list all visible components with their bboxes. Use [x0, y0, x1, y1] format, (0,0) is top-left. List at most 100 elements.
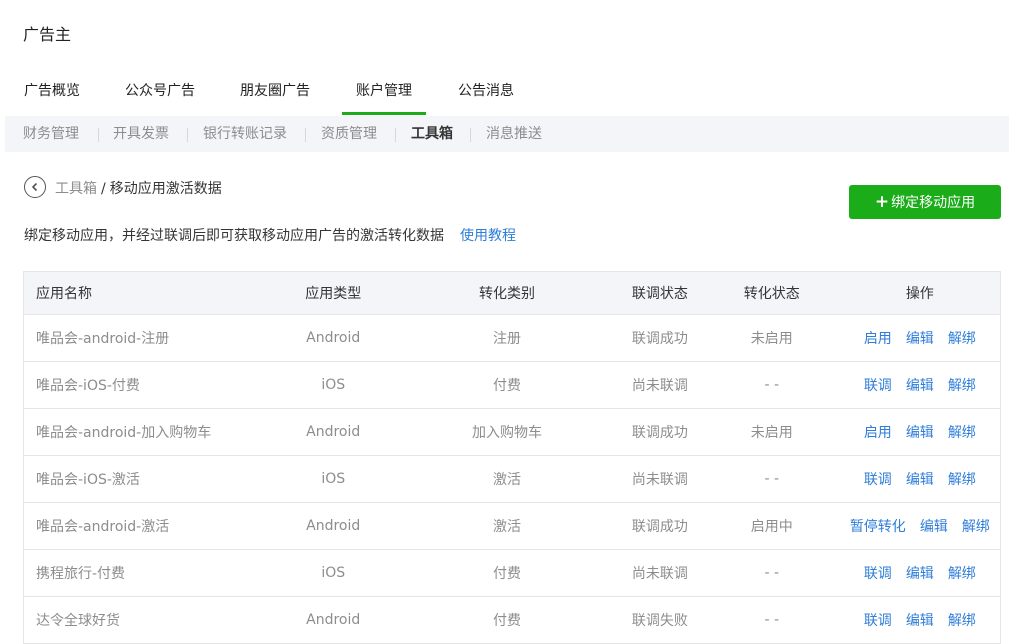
cell-conversion-status: - -: [703, 455, 840, 503]
unbind-link[interactable]: 解绑: [948, 378, 976, 394]
cell-conversion-status: - -: [703, 361, 840, 409]
cell-debug-status: 联调失败: [615, 596, 704, 644]
subnav-finance[interactable]: 财务管理: [23, 116, 79, 152]
table-row: 唯品会-android-加入购物车 Android 加入购物车 联调成功 未启用…: [23, 408, 1001, 456]
cell-category: 付费: [398, 361, 616, 409]
cell-app-type: Android: [268, 314, 399, 362]
cell-actions: 联调 编辑 解绑: [839, 455, 1001, 503]
cell-conversion-status: 未启用: [703, 314, 840, 362]
subnav-invoice[interactable]: 开具发票: [113, 116, 169, 152]
cell-category: 激活: [398, 502, 616, 550]
cell-debug-status: 联调成功: [615, 314, 704, 362]
breadcrumb: 工具箱 / 移动应用激活数据: [55, 178, 222, 198]
cell-app-type: iOS: [268, 455, 399, 503]
unbind-link[interactable]: 解绑: [948, 566, 976, 582]
cell-app-name: 达令全球好货: [23, 596, 269, 644]
cell-actions: 联调 编辑 解绑: [839, 596, 1001, 644]
edit-link[interactable]: 编辑: [920, 519, 948, 535]
cell-actions: 启用 编辑 解绑: [839, 314, 1001, 362]
enable-link[interactable]: 启用: [864, 425, 892, 441]
cell-conversion-status: 未启用: [703, 408, 840, 456]
tab-account-management[interactable]: 账户管理: [342, 80, 426, 115]
tab-overview[interactable]: 广告概览: [24, 80, 80, 114]
table-row: 唯品会-android-注册 Android 注册 联调成功 未启用 启用 编辑解…: [23, 314, 1001, 362]
description-text: 绑定移动应用，并经过联调后即可获取移动应用广告的激活转化数据: [24, 228, 444, 244]
bind-button-label: 绑定移动应用: [891, 195, 976, 211]
header-actions: 操作: [839, 271, 1001, 315]
cell-app-type: Android: [268, 502, 399, 550]
unbind-link[interactable]: 解绑: [962, 519, 990, 535]
divider: [98, 128, 99, 142]
cell-category: 付费: [398, 549, 616, 597]
subnav-bank-transfer[interactable]: 银行转账记录: [203, 116, 287, 152]
back-button[interactable]: [24, 176, 46, 198]
chevron-left-icon: [31, 182, 38, 192]
cell-app-name: 唯品会-iOS-付费: [23, 361, 269, 409]
table-row: 唯品会-android-激活 Android 激活 联调成功 启用中 暂停转化编…: [23, 502, 1001, 550]
cell-app-type: iOS: [268, 361, 399, 409]
tab-official-account-ads[interactable]: 公众号广告: [125, 80, 195, 114]
edit-link[interactable]: 编辑: [906, 613, 934, 629]
sub-nav: 财务管理 开具发票 银行转账记录 资质管理 工具箱 消息推送: [5, 116, 1009, 152]
cell-actions: 联调 编辑 解绑: [839, 549, 1001, 597]
cell-debug-status: 尚未联调: [615, 549, 704, 597]
header-debug-status: 联调状态: [615, 271, 704, 315]
cell-actions: 启用 编辑 解绑: [839, 408, 1001, 456]
divider: [470, 128, 471, 142]
cell-conversion-status: - -: [703, 549, 840, 597]
subnav-qualification[interactable]: 资质管理: [321, 116, 377, 152]
cell-app-name: 携程旅行-付费: [23, 549, 269, 597]
divider: [395, 128, 396, 142]
unbind-link[interactable]: 解绑: [948, 472, 976, 488]
unbind-link[interactable]: 解绑: [948, 425, 976, 441]
cell-debug-status: 联调成功: [615, 502, 704, 550]
tab-announcements[interactable]: 公告消息: [458, 80, 514, 114]
header-app-name: 应用名称: [23, 271, 269, 315]
description: 绑定移动应用，并经过联调后即可获取移动应用广告的激活转化数据 使用教程: [24, 225, 516, 245]
tab-moments-ads[interactable]: 朋友圈广告: [240, 80, 310, 114]
debug-link[interactable]: 联调: [864, 566, 892, 582]
cell-debug-status: 联调成功: [615, 408, 704, 456]
unbind-link[interactable]: 解绑: [948, 613, 976, 629]
breadcrumb-separator: /: [101, 181, 106, 197]
cell-category: 付费: [398, 596, 616, 644]
tutorial-link[interactable]: 使用教程: [460, 228, 516, 244]
header-conversion-status: 转化状态: [703, 271, 840, 315]
cell-category: 激活: [398, 455, 616, 503]
cell-app-name: 唯品会-android-激活: [23, 502, 269, 550]
edit-link[interactable]: 编辑: [906, 331, 934, 347]
header-conversion-category: 转化类别: [398, 271, 616, 315]
divider: [187, 128, 188, 142]
cell-app-type: iOS: [268, 549, 399, 597]
plus-icon: +: [874, 192, 890, 212]
table-header-row: 应用名称 应用类型 转化类别 联调状态 转化状态 操作: [23, 271, 1001, 315]
subnav-message-push[interactable]: 消息推送: [486, 116, 542, 152]
edit-link[interactable]: 编辑: [906, 378, 934, 394]
breadcrumb-toolbox-link[interactable]: 工具箱: [55, 181, 97, 197]
main-nav: 广告概览 公众号广告 朋友圈广告 账户管理 公告消息: [0, 80, 1011, 116]
edit-link[interactable]: 编辑: [906, 566, 934, 582]
edit-link[interactable]: 编辑: [906, 472, 934, 488]
breadcrumb-current: 移动应用激活数据: [109, 181, 222, 197]
debug-link[interactable]: 联调: [864, 613, 892, 629]
cell-debug-status: 尚未联调: [615, 455, 704, 503]
enable-link[interactable]: 启用: [864, 331, 892, 347]
cell-actions: 联调 编辑 解绑: [839, 361, 1001, 409]
divider: [305, 128, 306, 142]
pause-conversion-link[interactable]: 暂停转化: [850, 519, 906, 535]
cell-app-type: Android: [268, 596, 399, 644]
apps-table: 应用名称 应用类型 转化类别 联调状态 转化状态 操作 唯品会-android-…: [23, 271, 1001, 644]
debug-link[interactable]: 联调: [864, 378, 892, 394]
table-row: 携程旅行-付费 iOS 付费 尚未联调 - - 联调 编辑 解绑: [23, 549, 1001, 597]
subnav-toolbox[interactable]: 工具箱: [411, 116, 453, 152]
bind-mobile-app-button[interactable]: + 绑定移动应用: [849, 185, 1001, 219]
cell-category: 注册: [398, 314, 616, 362]
cell-debug-status: 尚未联调: [615, 361, 704, 409]
unbind-link[interactable]: 解绑: [948, 331, 976, 347]
table-row: 唯品会-iOS-激活 iOS 激活 尚未联调 - - 联调 编辑 解绑: [23, 455, 1001, 503]
debug-link[interactable]: 联调: [864, 472, 892, 488]
cell-category: 加入购物车: [398, 408, 616, 456]
cell-app-type: Android: [268, 408, 399, 456]
cell-app-name: 唯品会-android-注册: [23, 314, 269, 362]
edit-link[interactable]: 编辑: [906, 425, 934, 441]
